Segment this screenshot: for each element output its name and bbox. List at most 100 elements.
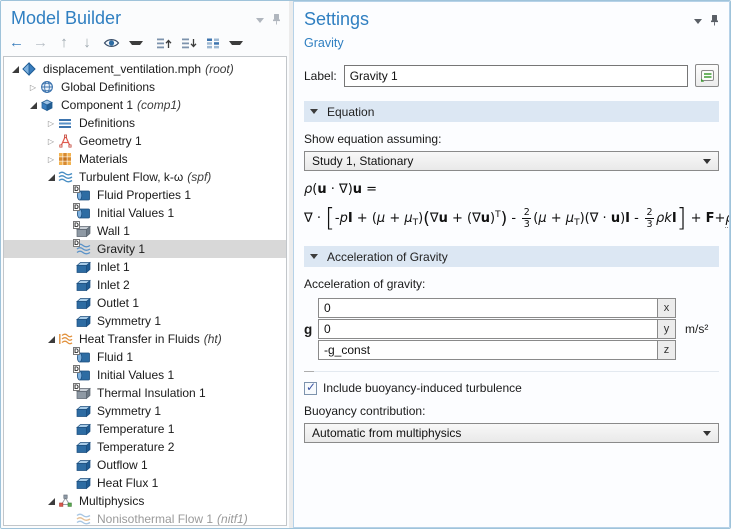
tree-item-wall-1[interactable]: DWall 1 xyxy=(4,222,286,240)
gravity-z-field[interactable] xyxy=(318,340,658,360)
fraction: 23 xyxy=(645,208,654,230)
tree-item-fluid-properties-1[interactable]: DFluid Properties 1 xyxy=(4,186,286,204)
forward-button[interactable]: → xyxy=(33,35,48,51)
tree-item-outlet-1[interactable]: Outlet 1 xyxy=(4,294,286,312)
tree-item-label: Fluid 1 xyxy=(97,350,133,364)
expander-open-icon[interactable] xyxy=(44,336,58,343)
tree-item-symmetry-1[interactable]: Symmetry 1 xyxy=(4,312,286,330)
model-builder-toolbar: ← → ↑ ↓ xyxy=(1,29,289,56)
show-toggle-button[interactable] xyxy=(103,35,120,51)
tree-item-tag: (ht) xyxy=(204,332,222,346)
study-dropdown[interactable]: Study 1, Stationary xyxy=(304,151,719,171)
model-tree-options-button[interactable] xyxy=(206,35,220,51)
domain-blue-icon: D xyxy=(76,206,93,220)
expander-open-icon[interactable] xyxy=(8,66,22,73)
section-collapse-icon[interactable] xyxy=(310,109,318,114)
settings-title: Settings xyxy=(304,8,369,30)
toolbar-overflow-caret-icon[interactable] xyxy=(229,41,243,45)
tree-item-displacement-ventilation-mph[interactable]: displacement_ventilation.mph(root) xyxy=(4,60,286,78)
gravity-y-field[interactable] xyxy=(318,319,658,339)
tree-item-symmetry-1[interactable]: Symmetry 1 xyxy=(4,402,286,420)
expander-closed-icon[interactable]: ▷ xyxy=(44,119,58,128)
tree-item-heat-flux-1[interactable]: Heat Flux 1 xyxy=(4,474,286,492)
expander-closed-icon[interactable]: ▷ xyxy=(44,155,58,164)
tree-item-tag: (nitf1) xyxy=(217,512,248,526)
default-node-badge: D xyxy=(73,185,80,193)
expander-closed-icon[interactable]: ▷ xyxy=(26,83,40,92)
back-button[interactable]: ← xyxy=(9,35,24,51)
tree-item-inlet-1[interactable]: Inlet 1 xyxy=(4,258,286,276)
move-up-button[interactable]: ↑ xyxy=(57,35,71,51)
flow-orange-icon xyxy=(58,332,75,346)
expander-closed-icon[interactable]: ▷ xyxy=(44,137,58,146)
tree-item-heat-transfer-in-fluids[interactable]: Heat Transfer in Fluids(ht) xyxy=(4,330,286,348)
pin-icon[interactable] xyxy=(272,13,281,28)
section-collapse-icon[interactable] xyxy=(310,254,318,259)
label-input[interactable] xyxy=(344,65,688,87)
tree-item-initial-values-1[interactable]: D Initial Values 1 xyxy=(4,204,286,222)
tree-item-outflow-1[interactable]: Outflow 1 xyxy=(4,456,286,474)
tree-item-tag: (spf) xyxy=(187,170,211,184)
slab-blue-icon xyxy=(76,476,93,490)
slab-gray-icon: D xyxy=(76,386,93,400)
tree-item-nonisothermal-flow-1[interactable]: Nonisothermal Flow 1 (nitf1) xyxy=(4,510,286,526)
tree-item-multiphysics[interactable]: Multiphysics xyxy=(4,492,286,510)
slab-blue-icon xyxy=(76,278,93,292)
tree-item-geometry-1[interactable]: ▷Geometry 1 xyxy=(4,132,286,150)
tree-item-label: Outlet 1 xyxy=(97,296,139,310)
model-builder-title: Model Builder xyxy=(11,7,121,29)
move-down-button[interactable]: ↓ xyxy=(80,35,94,51)
tree-item-label: Initial Values 1 xyxy=(97,206,174,220)
expander-open-icon[interactable] xyxy=(44,498,58,505)
tree-item-label: Gravity 1 xyxy=(97,242,145,256)
tree-item-label: Wall 1 xyxy=(97,224,130,238)
collapse-all-button[interactable] xyxy=(156,35,172,51)
acceleration-section-header[interactable]: Acceleration of Gravity xyxy=(304,246,719,267)
model-tree[interactable]: displacement_ventilation.mph(root)▷Globa… xyxy=(3,56,287,526)
equation-section-header[interactable]: Equation xyxy=(304,101,719,122)
tree-item-materials[interactable]: ▷Materials xyxy=(4,150,286,168)
label-field-label: Label: xyxy=(304,69,337,83)
equation-section-title: Equation xyxy=(327,105,374,119)
tree-item-label: Heat Flux 1 xyxy=(97,476,158,490)
tree-item-temperature-1[interactable]: Temperature 1 xyxy=(4,420,286,438)
buoyancy-turbulence-checkbox-row[interactable]: Include buoyancy-induced turbulence xyxy=(304,381,719,395)
tree-item-label: Nonisothermal Flow 1 xyxy=(97,512,213,526)
settings-header: Settings xyxy=(294,2,729,30)
slab-blue-icon xyxy=(76,404,93,418)
equation-line-2: ∇ · [-pI + (μ + μT)(∇u + (∇u)T) - 23(μ +… xyxy=(304,200,719,232)
show-options-caret-icon[interactable] xyxy=(129,41,143,45)
tree-item-label: Symmetry 1 xyxy=(97,314,161,328)
pin-icon[interactable] xyxy=(710,14,719,29)
checked-checkbox-icon[interactable] xyxy=(304,382,317,395)
axis-label-z: z xyxy=(657,340,676,360)
tree-item-global-definitions[interactable]: ▷Global Definitions xyxy=(4,78,286,96)
tree-item-thermal-insulation-1[interactable]: DThermal Insulation 1 xyxy=(4,384,286,402)
tree-item-gravity-1[interactable]: DGravity 1 xyxy=(4,240,286,258)
expand-all-button[interactable] xyxy=(181,35,197,51)
tree-item-definitions[interactable]: ▷Definitions xyxy=(4,114,286,132)
slab-blue-icon xyxy=(76,314,93,328)
tree-item-initial-values-1[interactable]: DInitial Values 1 xyxy=(4,366,286,384)
gravity-x-field[interactable] xyxy=(318,298,658,318)
expander-open-icon[interactable] xyxy=(44,174,58,181)
tree-item-label: Component 1 xyxy=(61,98,133,112)
tree-item-inlet-2[interactable]: Inlet 2 xyxy=(4,276,286,294)
chevron-down-icon[interactable] xyxy=(694,19,702,24)
slab-blue-icon xyxy=(76,458,93,472)
chevron-down-icon[interactable] xyxy=(256,18,264,23)
tree-item-temperature-2[interactable]: Temperature 2 xyxy=(4,438,286,456)
tree-item-fluid-1[interactable]: DFluid 1 xyxy=(4,348,286,366)
settings-panel: Settings Gravity Label: Equation Show eq… xyxy=(293,1,730,528)
expander-open-icon[interactable] xyxy=(26,102,40,109)
study-dropdown-value: Study 1, Stationary xyxy=(312,154,413,168)
tree-item-component-1[interactable]: Component 1(comp1) xyxy=(4,96,286,114)
tree-item-turbulent-flow-k[interactable]: Turbulent Flow, k-ω(spf) xyxy=(4,168,286,186)
acceleration-section-title: Acceleration of Gravity xyxy=(327,250,448,264)
slab-blue-icon xyxy=(76,260,93,274)
buoyancy-turbulence-checkbox-label[interactable]: Include buoyancy-induced turbulence xyxy=(323,381,522,395)
label-options-button[interactable] xyxy=(695,64,719,87)
buoyancy-contribution-dropdown[interactable]: Automatic from multiphysics xyxy=(304,423,719,443)
component-icon xyxy=(40,98,57,112)
gravity-unit-label: m/s² xyxy=(685,322,719,336)
